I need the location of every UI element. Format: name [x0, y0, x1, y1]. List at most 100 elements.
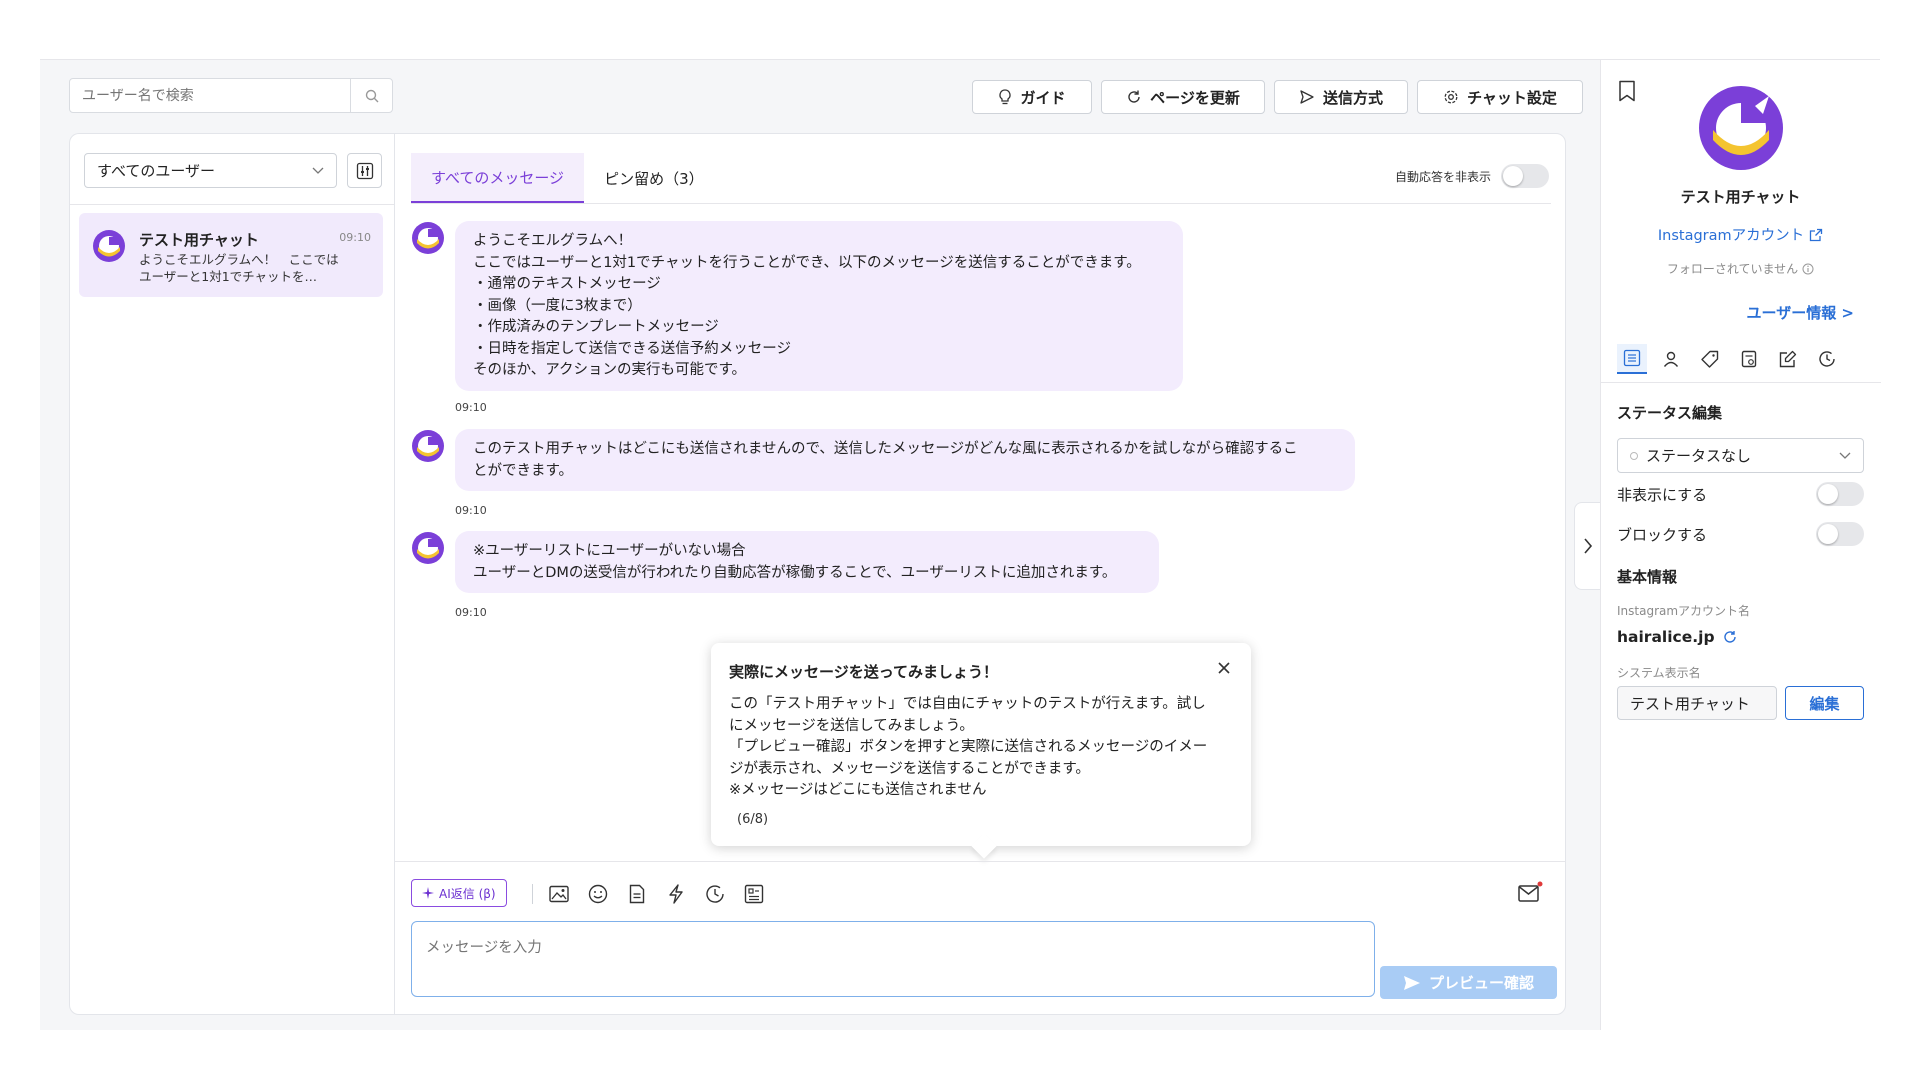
filter-settings-button[interactable]: [347, 153, 382, 188]
chat-name: テスト用チャット: [139, 231, 259, 249]
avatar: [412, 532, 444, 564]
status-dot-icon: [1630, 451, 1638, 460]
block-setting: ブロックする: [1617, 522, 1864, 546]
chat-settings-button[interactable]: チャット設定: [1417, 80, 1583, 114]
avatar: [93, 230, 125, 262]
collapse-panel-button[interactable]: [1574, 502, 1600, 590]
search-button[interactable]: [350, 79, 392, 112]
composer-divider: [395, 861, 1565, 862]
auto-reply-hide-setting: 自動応答を非表示: [1395, 164, 1549, 188]
tooltip-body: この「テスト用チャット」では自由にチャットのテストが行えます。試し にメッセージ…: [729, 696, 1208, 798]
history-icon: [1819, 351, 1835, 367]
message-bubble: このテスト用チャットはどこにも送信されませんので、送信したメッセージがどんな風に…: [455, 429, 1355, 491]
form-button[interactable]: [742, 882, 766, 906]
basic-info-title: 基本情報: [1617, 568, 1678, 586]
chat-panel: すべてのメッセージ ピン留め（3） 自動応答を非表示 ようこそエルグラムへ！ こ…: [394, 133, 1566, 1015]
auto-reply-hide-label: 自動応答を非表示: [1394, 169, 1491, 184]
instagram-link-label: Instagramアカウント: [1657, 228, 1805, 244]
info-icon: [1802, 263, 1814, 274]
bookmark-icon[interactable]: [1617, 80, 1637, 102]
refresh-icon[interactable]: [1723, 630, 1737, 644]
status-select[interactable]: ステータスなし: [1617, 438, 1864, 473]
close-icon[interactable]: [1215, 659, 1233, 677]
image-button[interactable]: [547, 882, 571, 906]
ig-account-value-row: hairalice.jp: [1617, 628, 1737, 646]
emoji-button[interactable]: [586, 882, 610, 906]
list-item[interactable]: テスト用チャット 09:10 ようこそエルグラムへ！ ここではユーザーと1対1で…: [79, 213, 383, 297]
user-info-link[interactable]: ユーザー情報 >: [1747, 302, 1855, 323]
refresh-button[interactable]: ページを更新: [1101, 80, 1265, 114]
tab-all-messages[interactable]: すべてのメッセージ: [411, 153, 585, 203]
send-icon: [1300, 90, 1314, 104]
ai-reply-label: AI返信 (β): [439, 886, 496, 901]
message-bubble: ようこそエルグラムへ！ ここではユーザーと1対1でチャットを行うことができ、以下…: [455, 221, 1183, 391]
search-input[interactable]: [70, 79, 350, 112]
user-search: [69, 78, 393, 113]
list-divider: [70, 204, 394, 205]
hide-setting: 非表示にする: [1617, 482, 1864, 506]
user-filter-select[interactable]: すべてのユーザー: [84, 153, 337, 188]
tab-forms[interactable]: [1734, 344, 1764, 374]
status-value: ステータスなし: [1646, 447, 1752, 465]
tab-overview[interactable]: [1617, 344, 1647, 374]
schedule-button[interactable]: [703, 882, 727, 906]
send-method-button[interactable]: 送信方式: [1274, 80, 1408, 114]
guide-button[interactable]: ガイド: [972, 80, 1092, 114]
clock-icon: [706, 885, 724, 903]
chevron-down-icon: [312, 167, 324, 174]
sparkle-icon: [422, 887, 434, 899]
profile-panel: テスト用チャット Instagramアカウント フォローされていません ユーザー…: [1600, 60, 1881, 1030]
guide-label: ガイド: [1020, 88, 1066, 107]
template-button[interactable]: [625, 882, 649, 906]
auto-reply-hide-toggle[interactable]: [1501, 164, 1549, 188]
tab-user[interactable]: [1656, 344, 1686, 374]
send-icon: [1403, 975, 1420, 990]
user-filter-value: すべてのユーザー: [97, 162, 216, 180]
block-toggle[interactable]: [1816, 522, 1864, 546]
tutorial-tooltip: 実際にメッセージを送ってみましょう！ この「テスト用チャット」では自由にチャット…: [711, 643, 1251, 846]
edit-button[interactable]: 編集: [1785, 686, 1864, 720]
message-input[interactable]: [411, 921, 1375, 997]
chat-settings-label: チャット設定: [1467, 88, 1557, 107]
sliders-icon: [356, 162, 373, 179]
smiley-icon: [588, 884, 608, 904]
avatar: [412, 222, 444, 254]
toolbar-divider: [532, 884, 533, 904]
ig-account-value: hairalice.jp: [1617, 628, 1715, 646]
chat-preview: ようこそエルグラムへ！ ここではユーザーと1対1でチャットを…: [139, 252, 339, 284]
lightbulb-icon: [999, 89, 1012, 105]
action-button[interactable]: [664, 882, 688, 906]
instagram-account-link[interactable]: Instagramアカウント: [1601, 224, 1880, 245]
refresh-label: ページを更新: [1150, 88, 1240, 107]
message-time: 09:10: [455, 504, 487, 517]
message-tabs: すべてのメッセージ ピン留め（3）: [411, 153, 724, 203]
message-time: 09:10: [455, 606, 487, 619]
chevron-down-icon: [1839, 452, 1851, 459]
block-label: ブロックする: [1617, 525, 1708, 544]
follow-status: フォローされていません: [1601, 260, 1880, 277]
chevron-right-icon: [1583, 538, 1592, 554]
tag-icon: [1701, 350, 1719, 368]
ai-reply-button[interactable]: AI返信 (β): [411, 879, 507, 907]
system-name-field: テスト用チャット: [1617, 686, 1777, 720]
document-icon: [629, 884, 645, 904]
preview-button-label: プレビュー確認: [1428, 974, 1534, 992]
tab-notes[interactable]: [1773, 344, 1803, 374]
status-section-title: ステータス編集: [1617, 404, 1723, 422]
profile-tabs: [1617, 344, 1842, 374]
profile-name: テスト用チャット: [1680, 188, 1801, 206]
preview-button[interactable]: プレビュー確認: [1380, 966, 1557, 999]
image-icon: [549, 885, 569, 903]
mail-notification-icon[interactable]: [1517, 881, 1543, 905]
hide-toggle[interactable]: [1816, 482, 1864, 506]
search-icon: [365, 89, 378, 102]
profile-tabs-divider: [1601, 382, 1881, 383]
list-icon: [1623, 349, 1641, 367]
lightning-icon: [669, 884, 683, 904]
tab-tags[interactable]: [1695, 344, 1725, 374]
system-name-label: システム表示名: [1617, 666, 1701, 680]
tab-pinned[interactable]: ピン留め（3）: [584, 153, 724, 203]
avatar: [412, 430, 444, 462]
chat-time: 09:10: [339, 231, 371, 244]
tab-history[interactable]: [1812, 344, 1842, 374]
